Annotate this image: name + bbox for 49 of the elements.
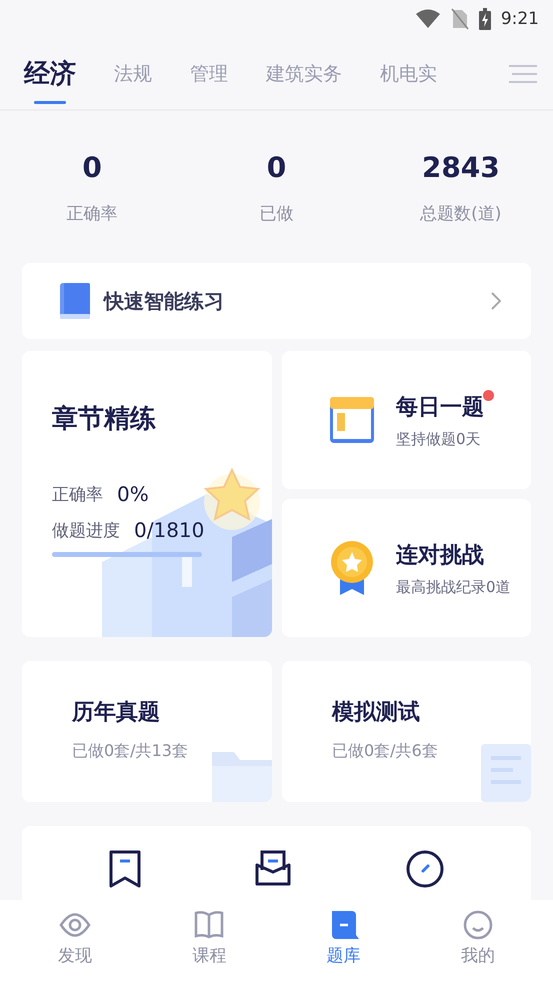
card-title: 章节精练 <box>52 403 157 436</box>
book-icon <box>193 910 226 940</box>
stat-value: 0 <box>266 151 286 184</box>
progress-label: 做题进度 <box>52 520 120 542</box>
medal-icon <box>330 541 374 595</box>
gauge-icon[interactable] <box>406 850 444 888</box>
card-subtitle: 已做0套/共13套 <box>72 741 189 762</box>
bookmark-icon[interactable] <box>109 850 142 888</box>
smiley-icon <box>462 910 494 940</box>
card-subtitle: 坚持做题0天 <box>396 430 482 448</box>
inbox-icon[interactable] <box>255 850 292 886</box>
exam-card[interactable]: 历年真题 已做0套/共13套 <box>22 661 272 802</box>
chapter-practice-card[interactable]: 章节精练 正确率 0% 做题进度 0/1810 <box>22 351 272 637</box>
accuracy-label: 正确率 <box>52 484 103 506</box>
wifi-icon <box>414 9 441 29</box>
nav-tab[interactable]: 课程 <box>159 900 260 983</box>
category-tab[interactable]: 管理 <box>190 38 228 109</box>
daily-question-card[interactable]: 每日一题 坚持做题0天 <box>282 351 531 489</box>
category-tab[interactable]: 法规 <box>114 38 152 109</box>
exam-card[interactable]: 模拟测试 已做0套/共6套 <box>282 661 531 802</box>
stat-value: 0 <box>82 151 102 184</box>
calendar-icon <box>330 397 374 443</box>
card-subtitle: 已做0套/共6套 <box>332 741 439 762</box>
quick-practice-card[interactable]: 快速智能练习 <box>22 263 531 339</box>
book-icon <box>60 283 90 319</box>
chevron-right-icon <box>491 292 501 310</box>
category-tab[interactable]: 经济 <box>24 38 76 109</box>
card-title: 模拟测试 <box>332 699 421 727</box>
category-tab[interactable]: 机电实 <box>380 38 437 109</box>
card-subtitle: 最高挑战纪录0道 <box>396 578 511 596</box>
quick-practice-label: 快速智能练习 <box>104 288 225 314</box>
document-icon <box>481 744 531 802</box>
battery-charging-icon <box>478 8 491 30</box>
no-sim-icon <box>450 8 469 30</box>
stat-label: 总题数(道) <box>420 203 502 225</box>
clock-time: 9:21 <box>500 9 539 29</box>
accuracy-value: 0% <box>117 482 149 506</box>
card-title: 每日一题 <box>396 394 484 420</box>
card-title: 历年真题 <box>72 699 161 727</box>
stat-label: 已做 <box>259 203 294 225</box>
nav-tab[interactable]: 题库 <box>294 900 394 983</box>
nav-tab[interactable]: 发现 <box>25 900 126 983</box>
category-tab[interactable]: 建筑实务 <box>266 38 342 109</box>
stat-value: 2843 <box>422 151 500 184</box>
progress-value: 0/1810 <box>134 518 204 542</box>
stat-label: 正确率 <box>66 203 118 225</box>
card-title: 连对挑战 <box>396 542 484 568</box>
nav-tab[interactable]: 我的 <box>428 900 528 983</box>
streak-challenge-card[interactable]: 连对挑战 最高挑战纪录0道 <box>282 499 531 637</box>
